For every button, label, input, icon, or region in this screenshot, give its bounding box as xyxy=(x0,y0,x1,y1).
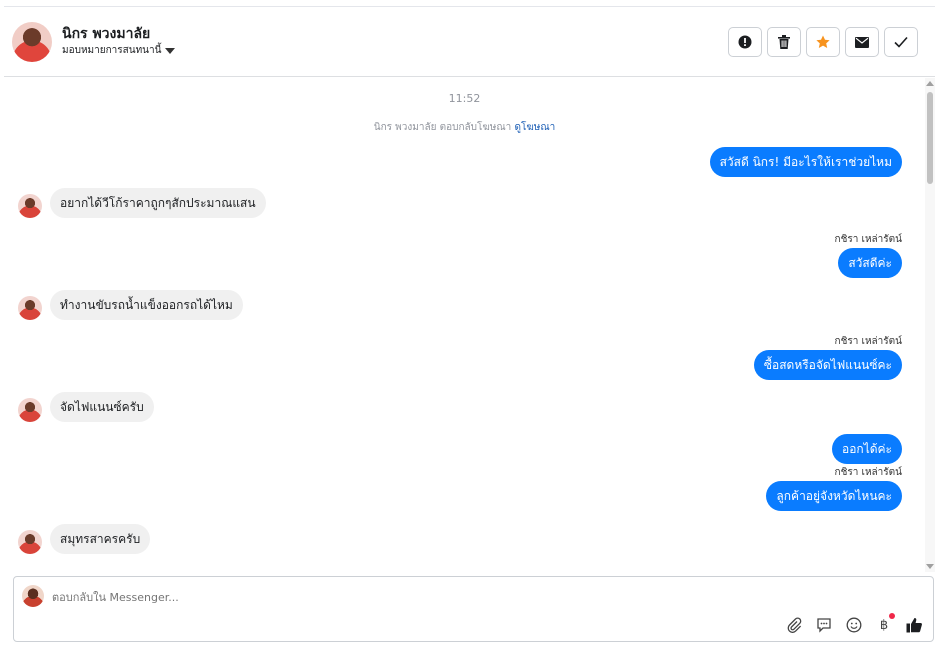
composer-toolbar: ฿ xyxy=(785,613,923,634)
paperclip-icon xyxy=(787,617,802,633)
send-like-button[interactable] xyxy=(905,616,923,634)
incoming-message[interactable]: จัดไฟแนนซ์ครับ xyxy=(50,392,154,422)
saved-replies-button[interactable] xyxy=(815,616,833,634)
baht-icon: ฿ xyxy=(879,617,889,633)
scroll-down-icon[interactable] xyxy=(926,564,934,569)
quick-reply-icon xyxy=(817,618,831,633)
notification-dot xyxy=(889,613,895,619)
payment-button[interactable]: ฿ xyxy=(875,613,895,634)
attach-file-button[interactable] xyxy=(785,616,803,634)
reply-input[interactable] xyxy=(52,591,752,604)
message-timestamp: 11:52 xyxy=(448,92,481,105)
contact-mini-avatar xyxy=(18,296,42,320)
ad-reply-text: นิกร พวงมาลัย ตอบกลับโฆษณา xyxy=(373,122,512,133)
sender-name: กชิรา เหล่ารัตน์ xyxy=(834,234,902,245)
incoming-message[interactable]: ทำงานขับรถน้ำแข็งออกรถได้ไหม xyxy=(50,290,243,320)
outgoing-message[interactable]: สวัสดี นิกร! มีอะไรให้เราช่วยไหม xyxy=(709,147,902,177)
contact-mini-avatar xyxy=(18,194,42,218)
view-ad-link[interactable]: ดูโฆษณา xyxy=(514,122,555,133)
outgoing-message[interactable]: ออกได้ค่ะ xyxy=(832,434,902,464)
contact-name[interactable]: นิกร พวงมาลัย xyxy=(62,23,150,45)
emoji-button[interactable] xyxy=(845,616,863,634)
mark-unread-button[interactable] xyxy=(845,27,879,57)
emoji-icon xyxy=(846,617,862,633)
message-thread[interactable]: 11:52 นิกร พวงมาลัย ตอบกลับโฆษณา ดูโฆษณา… xyxy=(4,78,935,572)
contact-mini-avatar xyxy=(18,530,42,554)
thread-scrollbar[interactable] xyxy=(925,78,935,572)
assign-conversation-dropdown[interactable]: มอบหมายการสนทนานี้ xyxy=(62,43,176,58)
messenger-conversation-panel: นิกร พวงมาลัย มอบหมายการสนทนานี้ 11:52 น… xyxy=(4,6,935,653)
assign-label: มอบหมายการสนทนานี้ xyxy=(62,45,162,56)
sender-name: กชิรา เหล่ารัตน์ xyxy=(834,467,902,478)
conversation-header: นิกร พวงมาลัย มอบหมายการสนทนานี้ xyxy=(4,6,935,77)
contact-avatar[interactable] xyxy=(12,22,52,62)
outgoing-message[interactable]: ซื้อสดหรือจัดไฟแนนซ์คะ xyxy=(753,350,902,380)
trash-icon xyxy=(778,35,790,49)
check-icon xyxy=(894,36,908,48)
contact-mini-avatar xyxy=(18,398,42,422)
ad-reply-notice: นิกร พวงมาลัย ตอบกลับโฆษณา ดูโฆษณา xyxy=(4,120,925,135)
thumbs-up-icon xyxy=(906,618,922,633)
caret-down-icon xyxy=(165,47,176,54)
outgoing-message[interactable]: สวัสดีค่ะ xyxy=(838,248,902,278)
mark-done-button[interactable] xyxy=(884,27,918,57)
envelope-icon xyxy=(855,36,869,48)
star-button[interactable] xyxy=(806,27,840,57)
alert-icon xyxy=(738,35,752,49)
header-actions xyxy=(728,27,918,57)
sender-name: กชิรา เหล่ารัตน์ xyxy=(834,336,902,347)
star-icon xyxy=(816,35,830,48)
message-composer: ฿ xyxy=(13,576,934,642)
incoming-message[interactable]: อยากได้วีโก้ราคาถูกๆสักประมาณแสน xyxy=(50,188,266,218)
incoming-message[interactable]: สมุทรสาครครับ xyxy=(50,524,151,554)
outgoing-message[interactable]: ลูกค้าอยู่จังหวัดไหนคะ xyxy=(766,481,902,511)
scrollbar-thumb[interactable] xyxy=(927,92,933,184)
page-avatar xyxy=(22,585,44,607)
scroll-up-icon[interactable] xyxy=(926,81,934,86)
delete-button[interactable] xyxy=(767,27,801,57)
mark-spam-button[interactable] xyxy=(728,27,762,57)
